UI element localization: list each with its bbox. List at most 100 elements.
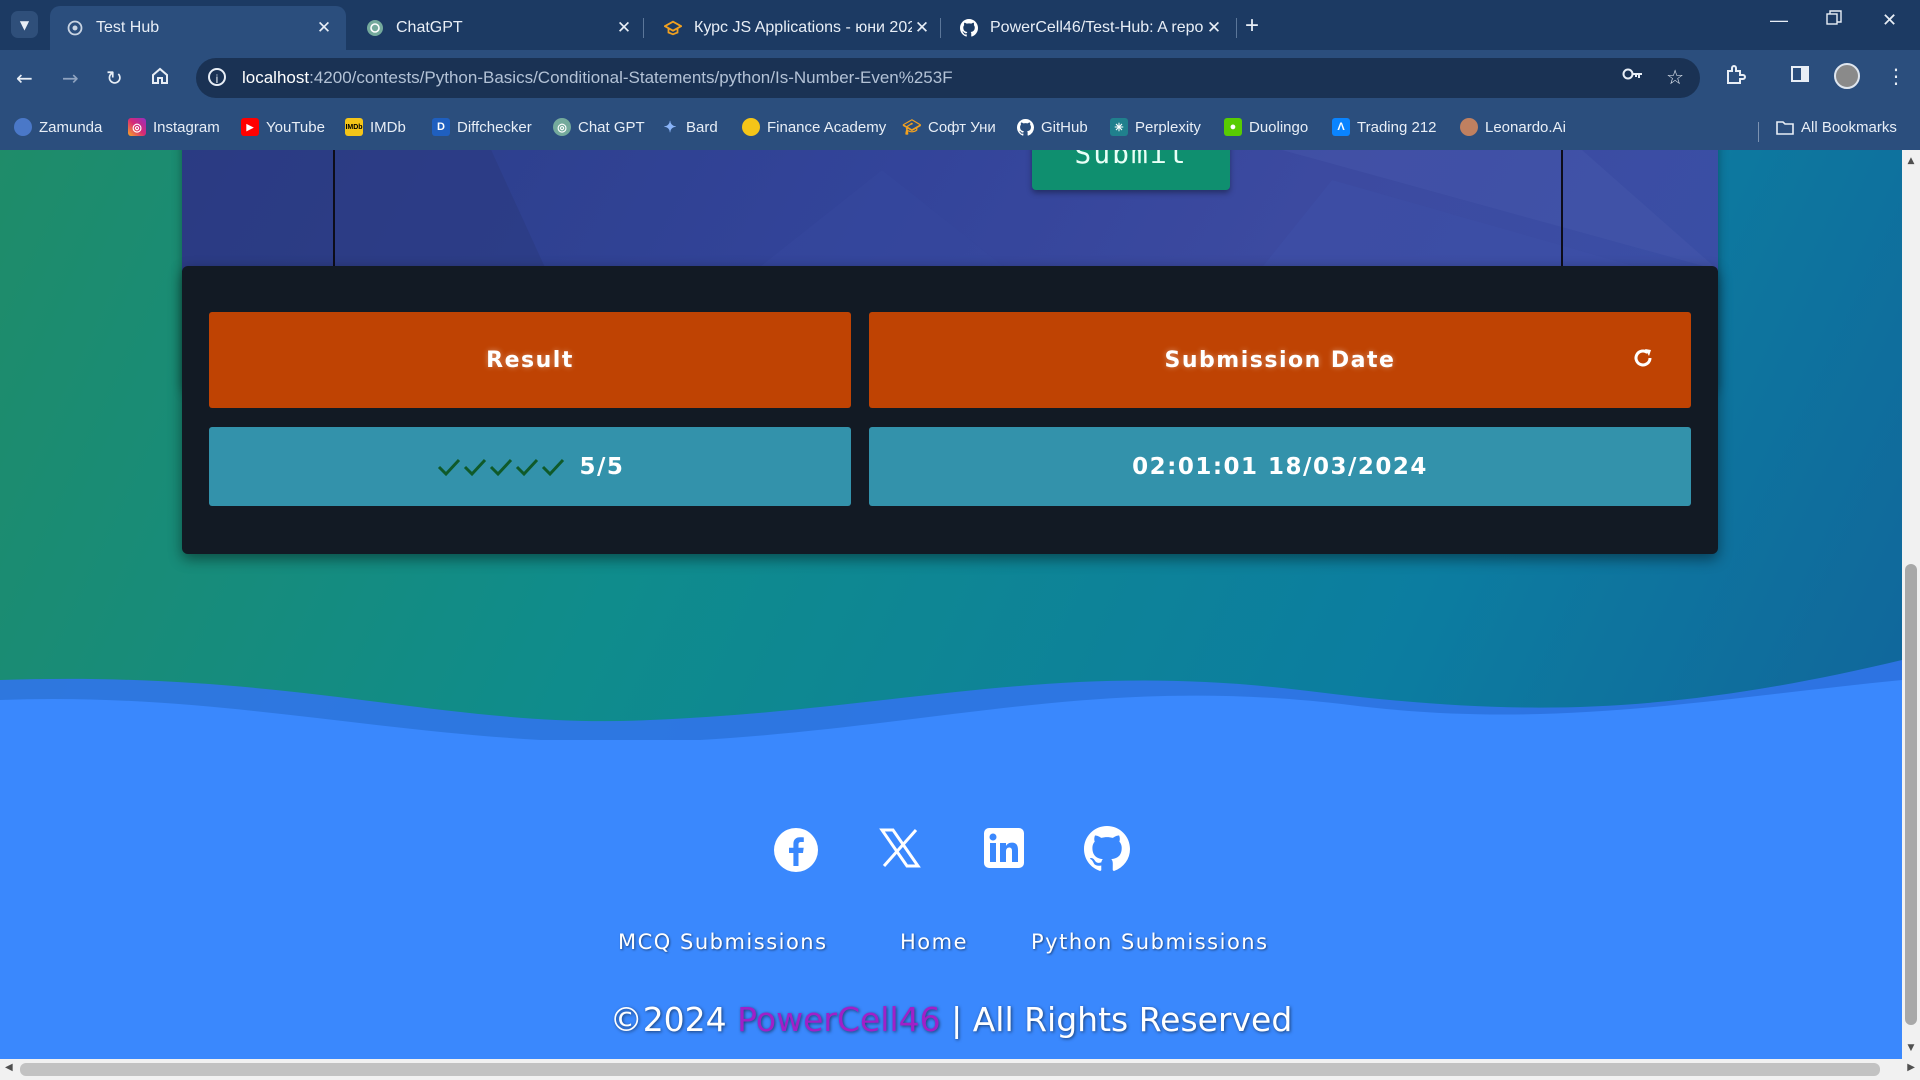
perplexity-icon: ✳ xyxy=(1110,118,1128,136)
refresh-icon[interactable] xyxy=(1631,346,1655,376)
close-window-icon[interactable]: ✕ xyxy=(1882,10,1897,31)
scroll-up-arrow-icon[interactable]: ▲ xyxy=(1902,156,1920,166)
bookmark-zamunda[interactable]: Zamunda xyxy=(14,118,102,136)
tab-chatgpt[interactable]: ChatGPT ✕ xyxy=(350,6,646,50)
scroll-left-arrow-icon[interactable]: ◀ xyxy=(5,1062,13,1073)
site-info-icon[interactable]: i xyxy=(208,68,226,86)
chevron-down-icon: ▼ xyxy=(19,17,30,32)
tab-title: Test Hub xyxy=(96,19,160,36)
bookmark-softuni[interactable]: 🎓︎ Софт Уни xyxy=(902,118,995,137)
new-tab-button[interactable]: + xyxy=(1245,12,1259,40)
bookmark-trading212[interactable]: Λ Trading 212 xyxy=(1332,118,1437,136)
finance-academy-icon xyxy=(742,118,760,136)
testhub-favicon xyxy=(66,19,84,37)
check-icon xyxy=(541,458,564,476)
scroll-down-arrow-icon[interactable]: ▼ xyxy=(1902,1043,1920,1053)
bookmark-instagram[interactable]: ◎ Instagram xyxy=(128,118,220,136)
close-icon[interactable]: ✕ xyxy=(1204,18,1224,38)
close-icon[interactable]: ✕ xyxy=(912,18,932,38)
bookmark-perplexity[interactable]: ✳ Perplexity xyxy=(1110,118,1201,136)
vertical-scrollbar[interactable]: ▲ ▼ xyxy=(1902,150,1920,1059)
footer-link-python-submissions[interactable]: Python Submissions xyxy=(1031,930,1269,954)
submit-button[interactable]: Submit xyxy=(1032,150,1230,190)
bookmark-leonardo[interactable]: Leonardo.Ai xyxy=(1460,118,1566,136)
tab-search-button[interactable]: ▼ xyxy=(11,11,38,38)
bookmark-imdb[interactable]: IMDb IMDb xyxy=(345,118,406,136)
home-icon[interactable] xyxy=(150,66,170,91)
tab-title: ChatGPT xyxy=(396,19,463,36)
bookmark-duolingo[interactable]: ● Duolingo xyxy=(1224,118,1308,136)
tab-title: Курс JS Applications - юни 2023 xyxy=(694,19,912,36)
menu-kebab-icon[interactable]: ⋮ xyxy=(1886,64,1906,88)
back-icon[interactable]: ← xyxy=(16,66,33,90)
url-text[interactable]: localhost:4200/contests/Python-Basics/Co… xyxy=(242,68,953,88)
result-header: Result xyxy=(209,312,851,408)
submission-date-header-label: Submission Date xyxy=(1164,347,1396,373)
vertical-scroll-thumb[interactable] xyxy=(1905,564,1917,1025)
horizontal-scroll-thumb[interactable] xyxy=(20,1063,1880,1076)
close-icon[interactable]: ✕ xyxy=(614,18,634,38)
browser-toolbar: ← → ↻ i localhost:4200/contests/Python-B… xyxy=(0,50,1920,108)
restore-icon[interactable] xyxy=(1826,10,1842,31)
tab-separator xyxy=(1236,18,1237,38)
github-icon[interactable] xyxy=(1084,826,1132,874)
bookmark-chat-gpt[interactable]: ◎ Chat GPT xyxy=(553,118,645,136)
footer-link-mcq-submissions[interactable]: MCQ Submissions xyxy=(618,930,828,954)
score-text: 5/5 xyxy=(579,453,625,480)
check-icon xyxy=(515,458,538,476)
footer-link-home[interactable]: Home xyxy=(900,930,968,954)
diffchecker-icon: D xyxy=(432,118,450,136)
tab-softuni-course[interactable]: Курс JS Applications - юни 2023 ✕ xyxy=(648,6,944,50)
extensions-icon[interactable] xyxy=(1724,64,1746,91)
leonardo-icon xyxy=(1460,118,1478,136)
brand-name[interactable]: PowerCell46 xyxy=(737,1000,940,1039)
check-icon xyxy=(437,458,460,476)
close-icon[interactable]: ✕ xyxy=(314,18,334,38)
duolingo-icon: ● xyxy=(1224,118,1242,136)
bookmark-finance-academy[interactable]: Finance Academy xyxy=(742,118,886,136)
password-key-icon[interactable] xyxy=(1622,66,1644,87)
linkedin-icon[interactable] xyxy=(982,826,1030,874)
scroll-right-arrow-icon[interactable]: ▶ xyxy=(1907,1062,1915,1073)
bookmark-star-icon[interactable]: ☆ xyxy=(1666,65,1684,90)
tab-title: PowerCell46/Test-Hub: A reposi xyxy=(990,19,1204,36)
side-panel-icon[interactable] xyxy=(1790,64,1810,89)
social-links xyxy=(772,826,1132,876)
profile-avatar[interactable] xyxy=(1834,63,1860,89)
bookmark-youtube[interactable]: ▶ YouTube xyxy=(241,118,325,136)
bard-icon: ✦ xyxy=(663,119,677,136)
bookmark-diffchecker[interactable]: D Diffchecker xyxy=(432,118,532,136)
check-icon xyxy=(463,458,486,476)
bookmarks-bar: Zamunda ◎ Instagram ▶ YouTube IMDb IMDb D Di… xyxy=(0,108,1920,150)
check-icons xyxy=(436,456,566,478)
tab-test-hub[interactable]: Test Hub ✕ xyxy=(50,6,346,50)
all-bookmarks-folder[interactable]: All Bookmarks xyxy=(1776,118,1897,136)
footer-nav: MCQ Submissions Home Python Submissions xyxy=(0,930,1902,960)
tab-strip: ▼ Test Hub ✕ ChatGPT ✕ Курс JS Applicati… xyxy=(0,0,1920,50)
imdb-icon: IMDb xyxy=(345,118,363,136)
check-icon xyxy=(489,458,512,476)
x-icon[interactable] xyxy=(878,826,926,874)
instagram-icon: ◎ xyxy=(128,118,146,136)
youtube-icon: ▶ xyxy=(241,118,259,136)
tab-github-repo[interactable]: PowerCell46/Test-Hub: A reposi ✕ xyxy=(944,6,1236,50)
minimize-icon[interactable]: — xyxy=(1770,10,1788,31)
bookmark-github[interactable]: GitHub xyxy=(1016,118,1088,136)
folder-icon xyxy=(1776,118,1794,136)
forward-icon[interactable]: → xyxy=(62,66,79,90)
address-bar[interactable]: i localhost:4200/contests/Python-Basics/… xyxy=(196,58,1700,98)
facebook-icon[interactable] xyxy=(772,826,820,874)
softuni-favicon xyxy=(664,19,682,37)
bookmarks-divider xyxy=(1758,122,1759,142)
submission-date-value: 02:01:01 18/03/2024 xyxy=(869,427,1691,506)
result-value: 5/5 xyxy=(209,427,851,506)
result-header-label: Result xyxy=(486,347,574,373)
github-favicon xyxy=(960,19,978,37)
horizontal-scrollbar[interactable]: ◀ ▶ xyxy=(0,1059,1920,1080)
tab-separator xyxy=(940,18,941,38)
bookmark-bard[interactable]: ✦ Bard xyxy=(661,118,718,137)
reload-icon[interactable]: ↻ xyxy=(106,66,123,90)
copyright: ©2024 PowerCell46 | All Rights Reserved xyxy=(609,1000,1293,1039)
tab-separator xyxy=(643,18,644,38)
softuni-icon: 🎓︎ xyxy=(902,119,922,136)
